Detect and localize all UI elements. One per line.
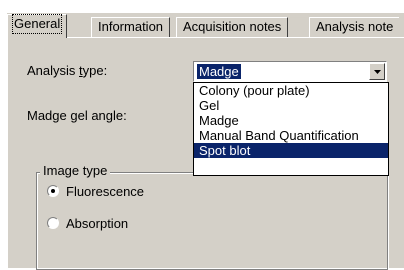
analysis-type-label: Analysis type:	[27, 63, 108, 78]
radio-absorption-label: Absorption	[66, 216, 129, 231]
tab-information[interactable]: Information	[91, 17, 171, 37]
chevron-down-icon	[374, 70, 381, 74]
analysis-type-dropdown-list: Colony (pour plate) Gel Madge Manual Ban…	[193, 82, 389, 176]
radio-circle	[47, 185, 59, 197]
image-type-title: Image type	[40, 163, 111, 178]
option-colony[interactable]: Colony (pour plate)	[194, 83, 388, 98]
dropdown-button[interactable]	[369, 63, 385, 80]
radio-circle	[47, 217, 59, 229]
tab-general-label: General	[11, 14, 63, 34]
analysis-type-value: Madge	[197, 64, 241, 79]
option-spot-blot[interactable]: Spot blot	[194, 143, 388, 158]
tab-analysis-notes[interactable]: Analysis note	[309, 17, 400, 37]
tab-acquisition-notes[interactable]: Acquisition notes	[176, 17, 289, 37]
option-manual-band-quantification[interactable]: Manual Band Quantification	[194, 128, 388, 143]
tab-acquisition-notes-label: Acquisition notes	[183, 19, 282, 34]
properties-dialog: General Information Acquisition notes An…	[7, 13, 404, 270]
radio-dot	[51, 189, 55, 193]
option-gel[interactable]: Gel	[194, 98, 388, 113]
analysis-type-combo[interactable]: Madge	[193, 61, 387, 82]
tab-information-label: Information	[98, 19, 164, 34]
tab-analysis-notes-label: Analysis note	[316, 19, 394, 34]
option-madge[interactable]: Madge	[194, 113, 388, 128]
radio-fluorescence-label: Fluorescence	[66, 184, 145, 199]
tab-general[interactable]: General	[7, 14, 68, 38]
tab-strip: General Information Acquisition notes An…	[7, 13, 404, 38]
madge-gel-angle-label: Madge gel angle:	[27, 108, 127, 123]
